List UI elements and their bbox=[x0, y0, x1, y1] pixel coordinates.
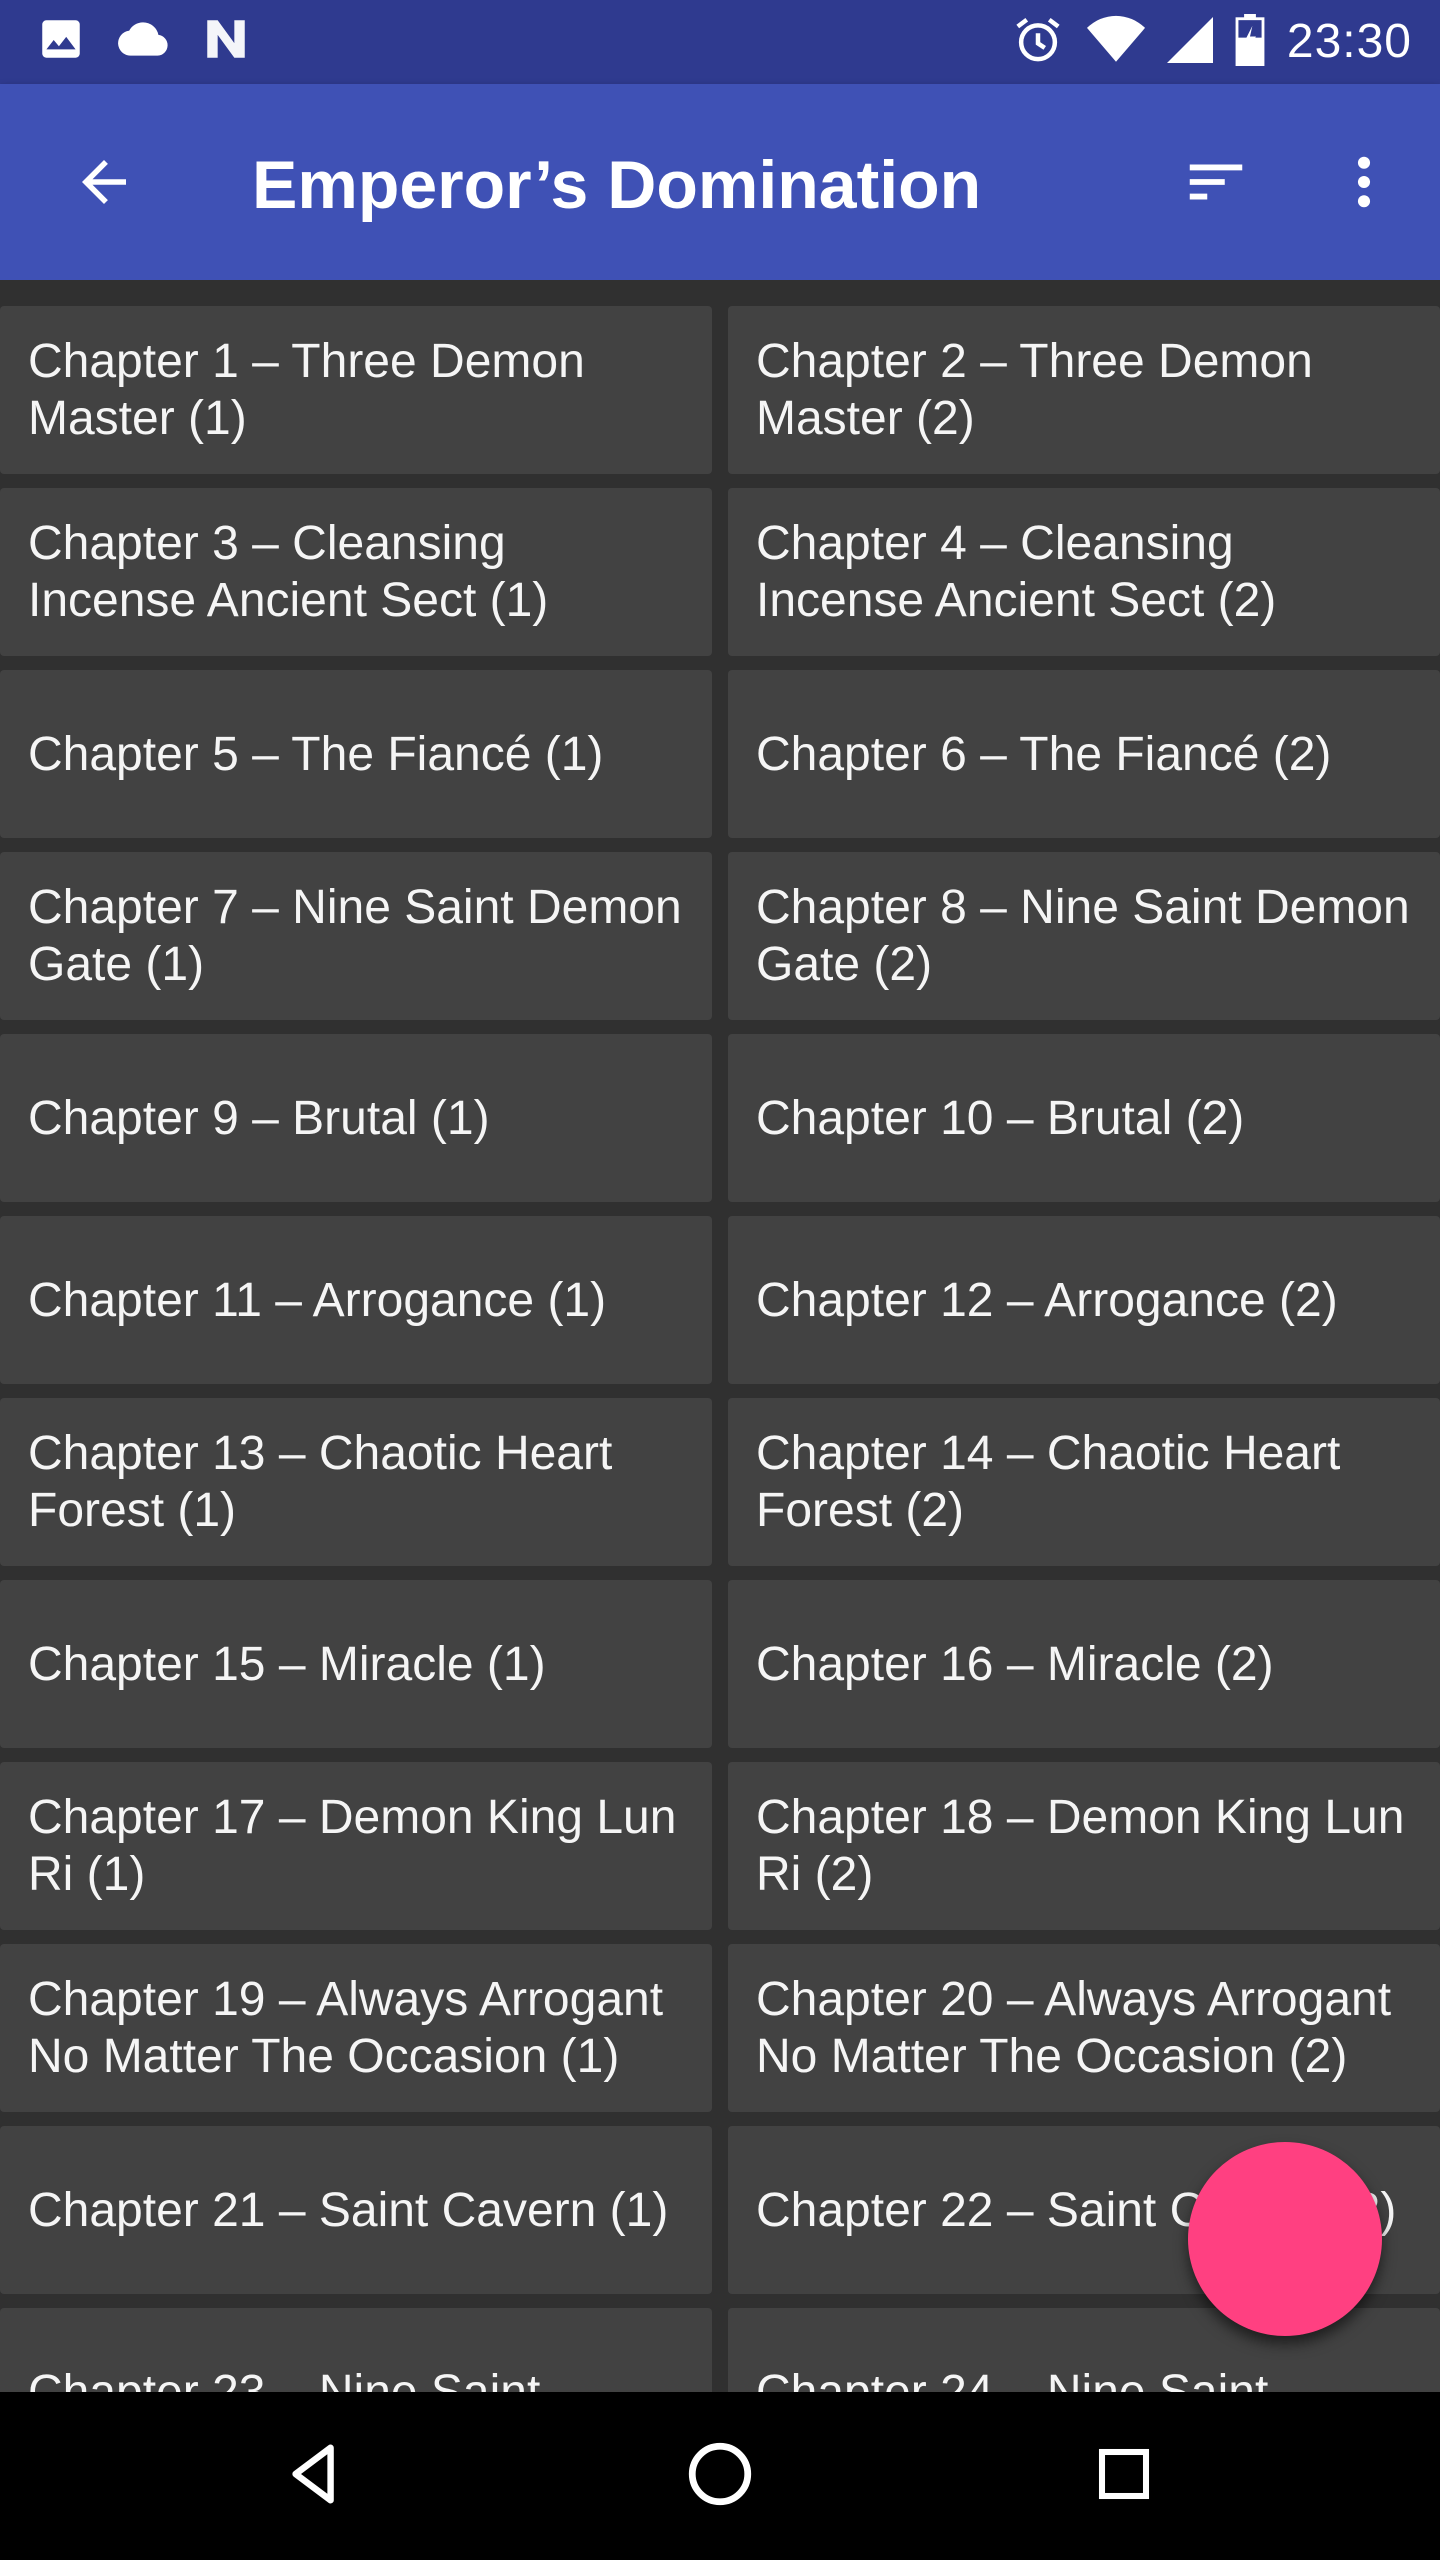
chapter-title: Chapter 14 – Chaotic Heart Forest (2) bbox=[756, 1427, 1341, 1537]
chapter-card[interactable]: Chapter 17 – Demon King Lun Ri (1) bbox=[0, 1762, 712, 1930]
back-triangle-icon bbox=[281, 2439, 351, 2514]
back-arrow-icon bbox=[71, 149, 137, 220]
chapter-card[interactable]: Chapter 10 – Brutal (2) bbox=[728, 1034, 1440, 1202]
wifi-icon bbox=[1086, 15, 1145, 70]
home-circle-icon bbox=[683, 2437, 757, 2516]
nav-home-button[interactable] bbox=[670, 2426, 770, 2526]
chapter-title: Chapter 13 – Chaotic Heart Forest (1) bbox=[28, 1427, 613, 1537]
chapter-list[interactable]: Chapter 1 – Three Demon Master (1) Chapte… bbox=[0, 280, 1440, 2392]
chapter-title: Chapter 1 – Three Demon Master (1) bbox=[28, 335, 585, 445]
chapter-title: Chapter 6 – The Fiancé (2) bbox=[756, 727, 1332, 781]
chapter-card[interactable]: Chapter 18 – Demon King Lun Ri (2) bbox=[728, 1762, 1440, 1930]
navigation-bar bbox=[0, 2392, 1440, 2560]
chapter-card[interactable]: Chapter 13 – Chaotic Heart Forest (1) bbox=[0, 1398, 712, 1566]
chapter-card[interactable]: Chapter 16 – Miracle (2) bbox=[728, 1580, 1440, 1748]
chapter-title: Chapter 18 – Demon King Lun Ri (2) bbox=[756, 1791, 1405, 1901]
status-bar: 23:30 bbox=[0, 0, 1440, 84]
sort-button[interactable] bbox=[1168, 136, 1264, 232]
n-icon bbox=[200, 14, 252, 69]
chapter-title: Chapter 12 – Arrogance (2) bbox=[756, 1273, 1338, 1327]
back-button[interactable] bbox=[56, 136, 152, 232]
chapter-card[interactable]: Chapter 7 – Nine Saint Demon Gate (1) bbox=[0, 852, 712, 1020]
chapter-card[interactable]: Chapter 8 – Nine Saint Demon Gate (2) bbox=[728, 852, 1440, 1020]
chapter-title: Chapter 8 – Nine Saint Demon Gate (2) bbox=[756, 881, 1410, 991]
floating-action-button[interactable] bbox=[1188, 2142, 1382, 2336]
chapter-card[interactable]: Chapter 21 – Saint Cavern (1) bbox=[0, 2126, 712, 2294]
chapter-card[interactable]: Chapter 23 – Nine Saint bbox=[0, 2308, 712, 2392]
nav-back-button[interactable] bbox=[266, 2426, 366, 2526]
chapter-title: Chapter 20 – Always Arrogant No Matter T… bbox=[756, 1973, 1392, 2083]
chapter-title: Chapter 7 – Nine Saint Demon Gate (1) bbox=[28, 881, 682, 991]
chapter-card[interactable]: Chapter 19 – Always Arrogant No Matter T… bbox=[0, 1944, 712, 2112]
battery-icon bbox=[1235, 13, 1265, 71]
chapter-card[interactable]: Chapter 3 – Cleansing Incense Ancient Se… bbox=[0, 488, 712, 656]
chapter-card[interactable]: Chapter 14 – Chaotic Heart Forest (2) bbox=[728, 1398, 1440, 1566]
more-options-button[interactable] bbox=[1316, 136, 1412, 232]
chapter-card[interactable]: Chapter 11 – Arrogance (1) bbox=[0, 1216, 712, 1384]
chapter-title: Chapter 24 – Nine Saint bbox=[756, 2365, 1269, 2393]
chapter-title: Chapter 10 – Brutal (2) bbox=[756, 1091, 1245, 1145]
chapter-card[interactable]: Chapter 4 – Cleansing Incense Ancient Se… bbox=[728, 488, 1440, 656]
nav-recents-button[interactable] bbox=[1074, 2426, 1174, 2526]
chapter-title: Chapter 4 – Cleansing Incense Ancient Se… bbox=[756, 517, 1277, 627]
alarm-icon bbox=[1011, 13, 1065, 72]
chapter-title: Chapter 21 – Saint Cavern (1) bbox=[28, 2183, 669, 2237]
clock-time: 23:30 bbox=[1286, 15, 1412, 68]
cloud-icon bbox=[114, 14, 172, 69]
chapter-card[interactable]: Chapter 6 – The Fiancé (2) bbox=[728, 670, 1440, 838]
chapter-card[interactable]: Chapter 5 – The Fiancé (1) bbox=[0, 670, 712, 838]
image-icon bbox=[36, 14, 86, 69]
chapter-card[interactable]: Chapter 1 – Three Demon Master (1) bbox=[0, 306, 712, 474]
chapter-card[interactable]: Chapter 2 – Three Demon Master (2) bbox=[728, 306, 1440, 474]
chapter-title: Chapter 3 – Cleansing Incense Ancient Se… bbox=[28, 517, 549, 627]
chapter-card[interactable]: Chapter 20 – Always Arrogant No Matter T… bbox=[728, 1944, 1440, 2112]
signal-icon bbox=[1166, 16, 1213, 69]
page-title: Emperor’s Domination bbox=[252, 147, 982, 223]
chapter-title: Chapter 16 – Miracle (2) bbox=[756, 1637, 1274, 1691]
chapter-card[interactable]: Chapter 9 – Brutal (1) bbox=[0, 1034, 712, 1202]
chapter-title: Chapter 9 – Brutal (1) bbox=[28, 1091, 490, 1145]
chapter-grid: Chapter 1 – Three Demon Master (1) Chapte… bbox=[0, 306, 1440, 2392]
chapter-title: Chapter 23 – Nine Saint bbox=[28, 2365, 541, 2393]
app-bar: Emperor’s Domination bbox=[0, 84, 1440, 280]
recents-square-icon bbox=[1091, 2441, 1157, 2512]
chapter-title: Chapter 17 – Demon King Lun Ri (1) bbox=[28, 1791, 677, 1901]
chapter-title: Chapter 19 – Always Arrogant No Matter T… bbox=[28, 1973, 664, 2083]
chapter-title: Chapter 11 – Arrogance (1) bbox=[28, 1273, 607, 1327]
chapter-card[interactable]: Chapter 15 – Miracle (1) bbox=[0, 1580, 712, 1748]
chapter-title: Chapter 15 – Miracle (1) bbox=[28, 1637, 546, 1691]
chapter-card[interactable]: Chapter 12 – Arrogance (2) bbox=[728, 1216, 1440, 1384]
chapter-title: Chapter 2 – Three Demon Master (2) bbox=[756, 335, 1313, 445]
more-vert-icon bbox=[1331, 149, 1397, 220]
chapter-title: Chapter 5 – The Fiancé (1) bbox=[28, 727, 604, 781]
sort-icon bbox=[1181, 147, 1251, 222]
